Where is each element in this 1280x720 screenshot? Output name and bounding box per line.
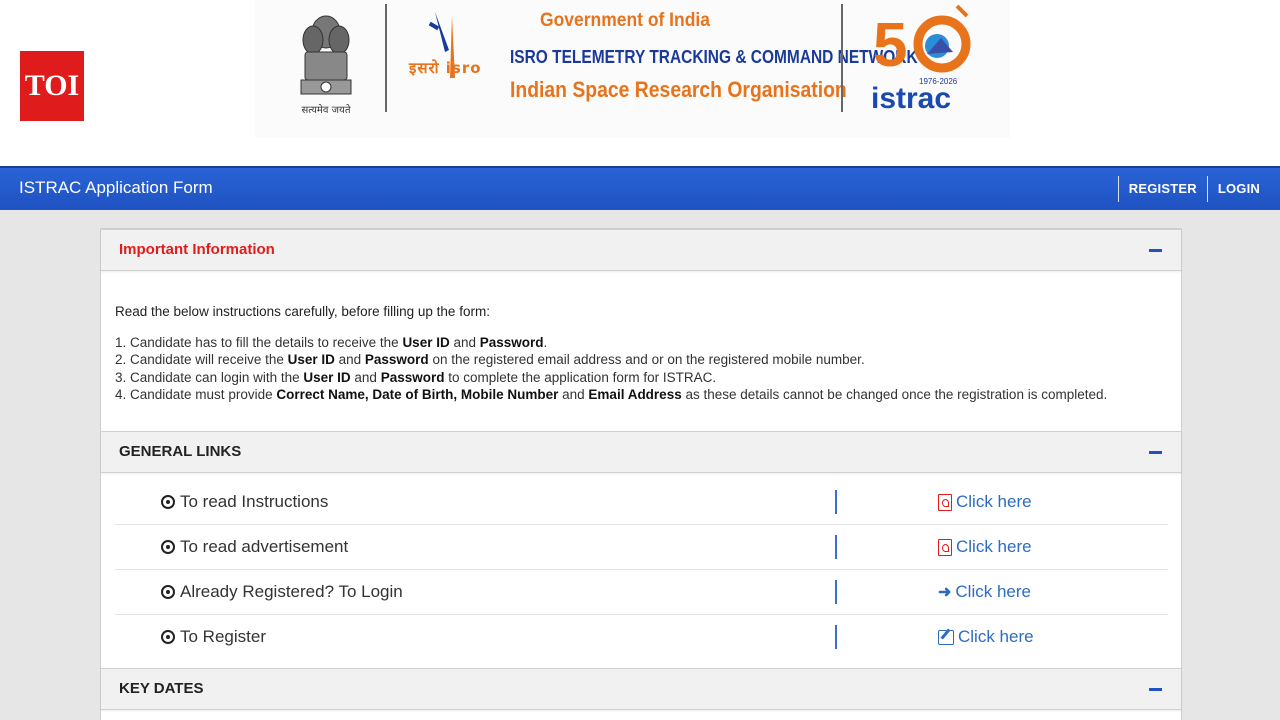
bullet-circle-icon	[161, 630, 175, 644]
link-label: To Register	[161, 627, 266, 647]
text-segment: 4. Candidate must provide	[115, 386, 277, 402]
pdf-icon	[938, 538, 952, 556]
text-segment: 3. Candidate can login with the	[115, 369, 304, 385]
edit-icon	[938, 629, 954, 645]
text-segment: and	[449, 335, 480, 350]
instructions-list: 1. Candidate has to fill the details to …	[115, 334, 1107, 403]
text-segment: to complete the application form for IST…	[444, 369, 717, 385]
collapse-icon[interactable]	[1149, 236, 1163, 262]
important-info-title: Important Information	[119, 241, 275, 258]
login-click-here-link[interactable]: ➜ Click here	[938, 582, 1031, 602]
link-row-instructions: To read Instructions Click here	[115, 480, 1168, 525]
text-segment: and	[350, 369, 381, 385]
text-segment: .	[543, 335, 548, 350]
toi-logo-text: TOI	[24, 69, 80, 102]
link-action-text[interactable]: Click here	[956, 537, 1032, 557]
instruction-item: 2. Candidate will receive the User ID an…	[115, 351, 1107, 368]
text-segment: 2. Candidate will receive the	[115, 352, 288, 368]
link-row-advertisement: To read advertisement Click here	[115, 525, 1168, 570]
main-content: Important Information Read the below ins…	[0, 210, 1280, 720]
government-title: Government of India	[540, 10, 710, 31]
general-links-header[interactable]: GENERAL LINKS	[101, 431, 1181, 473]
text-segment: and	[334, 352, 365, 368]
text-segment: 1. Candidate has to fill the details to …	[115, 335, 403, 350]
banner-divider	[385, 4, 387, 112]
link-separator	[835, 625, 837, 649]
key-dates-title: KEY DATES	[119, 680, 204, 697]
link-label: To read advertisement	[161, 537, 348, 557]
key-dates-header[interactable]: KEY DATES	[101, 668, 1181, 710]
top-navbar: ISTRAC Application Form REGISTER LOGIN	[0, 166, 1280, 210]
form-container: Important Information Read the below ins…	[100, 228, 1182, 720]
register-link[interactable]: REGISTER	[1117, 176, 1207, 202]
bold-text: Password	[380, 369, 445, 385]
bullet-circle-icon	[161, 495, 175, 509]
pdf-icon	[938, 493, 952, 511]
collapse-icon[interactable]	[1149, 675, 1163, 701]
bold-text: Password	[479, 335, 544, 350]
instructions-intro: Read the below instructions carefully, b…	[115, 304, 490, 319]
link-label: To read Instructions	[161, 492, 328, 512]
bold-text: User ID	[303, 369, 351, 385]
bold-text: Password	[364, 352, 429, 368]
instruction-item: 1. Candidate has to fill the details to …	[115, 334, 1107, 351]
bold-text: User ID	[402, 335, 450, 350]
bullet-circle-icon	[161, 540, 175, 554]
sign-in-icon: ➜	[938, 584, 952, 601]
national-emblem-icon	[300, 15, 352, 95]
istrac-50-logo-icon: 5 1976-2026 istrac	[871, 4, 971, 114]
instruction-item: 4. Candidate must provide Correct Name, …	[115, 386, 1107, 403]
bullet-circle-icon	[161, 585, 175, 599]
toi-logo: TOI	[20, 51, 84, 121]
bold-text: Email Address	[588, 386, 682, 402]
link-action-text[interactable]: Click here	[958, 627, 1034, 647]
register-click-here-link[interactable]: Click here	[938, 627, 1034, 647]
link-row-register: To Register Click here	[115, 615, 1168, 660]
text-segment: and	[558, 386, 589, 402]
link-separator	[835, 580, 837, 604]
general-links-title: GENERAL LINKS	[119, 443, 242, 460]
link-label-text: To Register	[180, 627, 266, 646]
istrac-wordmark: istrac	[871, 82, 951, 114]
link-row-login: Already Registered? To Login ➜ Click here	[115, 570, 1168, 615]
link-separator	[835, 535, 837, 559]
bold-text: User ID	[287, 352, 335, 368]
link-label-text: Already Registered? To Login	[180, 582, 403, 601]
text-segment: on the registered email address and or o…	[428, 352, 865, 368]
nav-links: REGISTER LOGIN	[1117, 168, 1280, 210]
link-action-text[interactable]: Click here	[956, 492, 1032, 512]
banner-divider	[841, 4, 843, 112]
collapse-icon[interactable]	[1149, 438, 1163, 464]
emblem-motto: सत्यमेव जयते	[301, 105, 351, 116]
organisation-title: Indian Space Research Organisation	[510, 77, 847, 102]
isro-wordmark: इसरो isro	[409, 59, 482, 77]
text-segment: as these details cannot be changed once …	[681, 386, 1108, 402]
instructions-click-here-link[interactable]: Click here	[938, 492, 1032, 512]
header-banner: सत्यमेव जयते इसरो isro Government of Ind…	[255, 0, 1010, 138]
svg-text:5: 5	[873, 11, 907, 80]
link-label: Already Registered? To Login	[161, 582, 403, 602]
important-info-header[interactable]: Important Information	[101, 229, 1181, 271]
link-action-text[interactable]: Click here	[955, 582, 1031, 602]
advertisement-click-here-link[interactable]: Click here	[938, 537, 1032, 557]
bold-text: Correct Name, Date of Birth, Mobile Numb…	[276, 386, 559, 402]
instruction-item: 3. Candidate can login with the User ID …	[115, 369, 1107, 386]
app-title: ISTRAC Application Form	[19, 178, 213, 197]
link-label-text: To read Instructions	[180, 492, 329, 511]
isro-logo-icon	[428, 12, 455, 78]
link-separator	[835, 490, 837, 514]
network-title: ISRO TELEMETRY TRACKING & COMMAND NETWOR…	[510, 47, 918, 67]
login-link[interactable]: LOGIN	[1206, 176, 1280, 202]
link-label-text: To read advertisement	[180, 537, 349, 556]
